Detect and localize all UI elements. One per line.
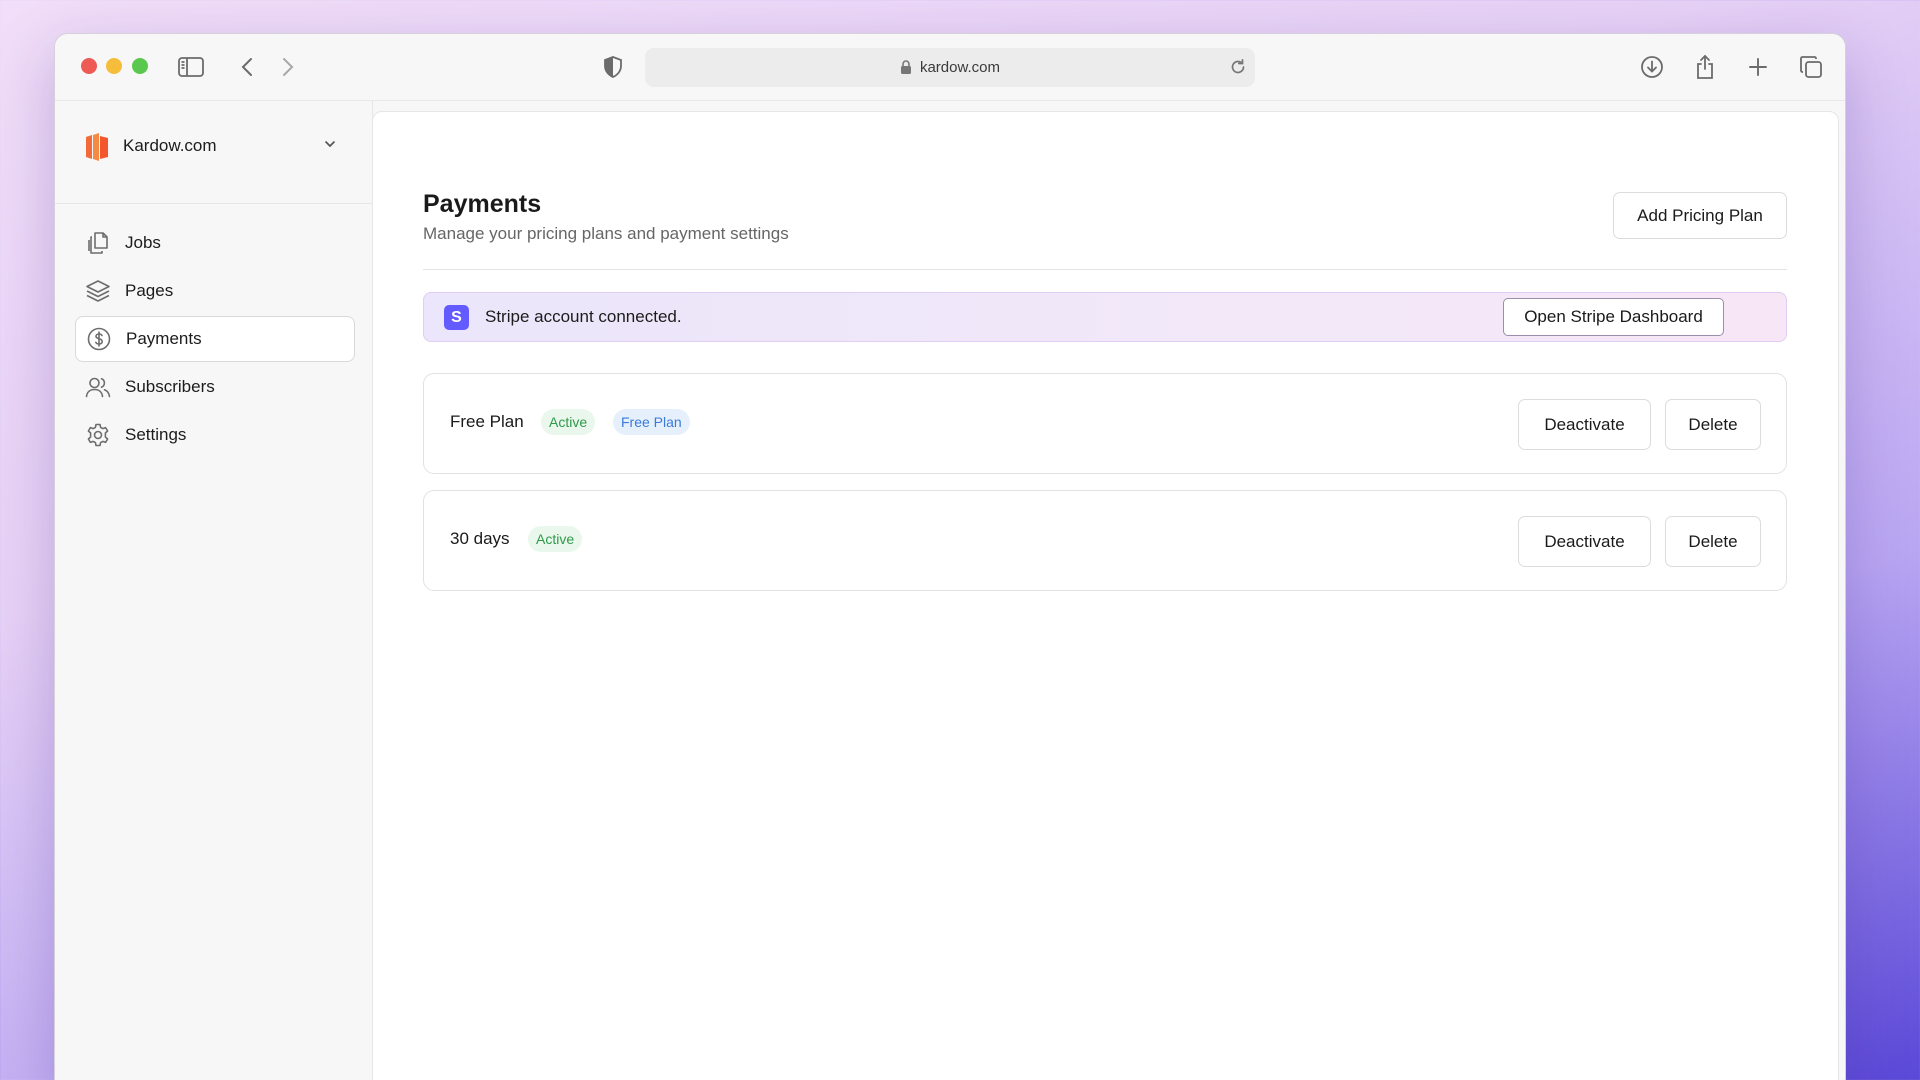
downloads-icon[interactable] — [1638, 54, 1666, 80]
zoom-window-button[interactable] — [132, 58, 148, 74]
sidebar-item-settings[interactable]: Settings — [75, 412, 355, 458]
plan-card-free-plan: Free Plan Active Free Plan Deactivate De… — [423, 373, 1787, 474]
forward-icon[interactable] — [274, 54, 302, 80]
plan-name: Free Plan — [450, 412, 524, 431]
dollar-circle-icon — [86, 326, 112, 352]
sidebar-item-jobs[interactable]: Jobs — [75, 220, 355, 266]
sidebar-item-pages[interactable]: Pages — [75, 268, 355, 314]
sidebar-toggle-icon[interactable] — [177, 54, 205, 80]
browser-toolbar: kardow.com — [55, 34, 1845, 101]
sidebar-item-label: Settings — [125, 425, 187, 444]
close-window-button[interactable] — [81, 58, 97, 74]
org-name: Kardow.com — [123, 136, 217, 155]
address-bar[interactable]: kardow.com — [645, 48, 1255, 87]
main-content: Payments Manage your pricing plans and p… — [372, 111, 1839, 1080]
page-title: Payments — [423, 190, 542, 218]
sidebar-item-label: Pages — [125, 281, 174, 300]
plan-name: 30 days — [450, 529, 510, 548]
reload-icon[interactable] — [1229, 58, 1247, 76]
status-badge: Active — [528, 526, 583, 552]
gear-icon — [85, 422, 111, 448]
lock-icon — [900, 60, 912, 75]
address-text: kardow.com — [919, 59, 1001, 76]
org-switcher[interactable]: Kardow.com — [55, 101, 373, 204]
users-icon — [85, 374, 111, 400]
deactivate-button[interactable]: Deactivate — [1518, 399, 1651, 450]
browser-window: kardow.com Kardow.com Jobs Pages Payment… — [54, 33, 1846, 1080]
sidebar-item-label: Payments — [126, 329, 202, 348]
delete-button[interactable]: Delete — [1665, 516, 1761, 567]
status-badge: Active — [541, 409, 596, 435]
minimize-window-button[interactable] — [106, 58, 122, 74]
stripe-connected-banner: S Stripe account connected. Open Stripe … — [423, 292, 1787, 342]
stripe-logo-icon: S — [444, 305, 469, 330]
stripe-status-text: Stripe account connected. — [485, 307, 682, 326]
header-divider — [423, 269, 1787, 270]
tab-overview-icon[interactable] — [1797, 54, 1825, 80]
sidebar-item-label: Jobs — [125, 233, 161, 252]
sidebar-item-payments[interactable]: Payments — [75, 316, 355, 362]
back-icon[interactable] — [233, 54, 261, 80]
app-sidebar: Kardow.com Jobs Pages Payments Subscribe… — [55, 101, 373, 1080]
privacy-shield-icon[interactable] — [599, 54, 627, 80]
plan-type-badge: Free Plan — [613, 409, 690, 435]
open-stripe-dashboard-button[interactable]: Open Stripe Dashboard — [1503, 298, 1724, 336]
sidebar-item-subscribers[interactable]: Subscribers — [75, 364, 355, 410]
copy-icon — [85, 230, 111, 256]
share-icon[interactable] — [1691, 54, 1719, 80]
plan-card-30-days: 30 days Active Deactivate Delete — [423, 490, 1787, 591]
layers-icon — [85, 278, 111, 304]
deactivate-button[interactable]: Deactivate — [1518, 516, 1651, 567]
page-subtitle: Manage your pricing plans and payment se… — [423, 224, 789, 243]
sidebar-nav: Jobs Pages Payments Subscribers Settings — [75, 220, 355, 460]
sidebar-item-label: Subscribers — [125, 377, 215, 396]
kardow-logo-icon — [85, 133, 109, 166]
delete-button[interactable]: Delete — [1665, 399, 1761, 450]
add-pricing-plan-button[interactable]: Add Pricing Plan — [1613, 192, 1787, 239]
chevron-down-icon[interactable] — [323, 139, 337, 149]
new-tab-icon[interactable] — [1744, 54, 1772, 80]
